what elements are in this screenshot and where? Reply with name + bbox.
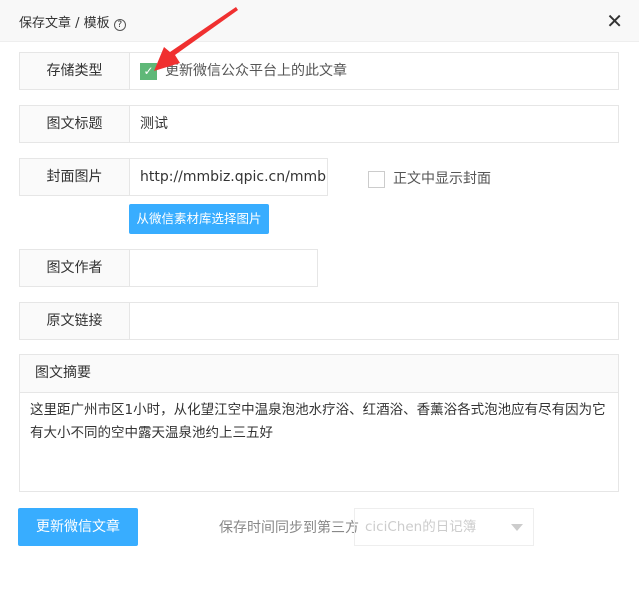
title-label: 图文标题	[20, 106, 130, 142]
choose-image-button[interactable]: 从微信素材库选择图片	[129, 204, 269, 234]
title-input[interactable]: 测试	[130, 106, 618, 142]
show-cover-label: 正文中显示封面	[393, 171, 491, 187]
cover-input[interactable]: http://mmbiz.qpic.cn/mmbiz_jp	[130, 159, 327, 195]
author-label: 图文作者	[20, 250, 130, 286]
author-row: 图文作者	[19, 249, 318, 287]
storage-type-label: 存储类型	[20, 53, 130, 89]
update-article-button[interactable]: 更新微信文章	[18, 508, 138, 546]
sync-select-value: ciciChen的日记簿	[365, 519, 477, 535]
title-row: 图文标题 测试	[19, 105, 619, 143]
chevron-down-icon	[511, 524, 523, 531]
summary-label: 图文摘要	[20, 355, 618, 393]
close-icon[interactable]: ✕	[606, 9, 623, 33]
source-link-input[interactable]	[130, 303, 618, 339]
summary-box: 图文摘要 这里距广州市区1小时，从化望江空中温泉泡池水疗浴、红酒浴、香薰浴各式泡…	[19, 354, 619, 492]
dialog-title: 保存文章 / 模板 ?	[19, 12, 126, 31]
source-link-label: 原文链接	[20, 303, 130, 339]
dialog-header: 保存文章 / 模板 ? ✕	[0, 0, 639, 42]
source-link-row: 原文链接	[19, 302, 619, 340]
show-cover-checkbox[interactable]: 正文中显示封面	[368, 168, 491, 188]
storage-type-row: 存储类型 ✓ 更新微信公众平台上的此文章	[19, 52, 619, 90]
author-input[interactable]	[130, 250, 317, 286]
sync-label: 保存时间同步到第三方	[219, 520, 359, 536]
sync-select[interactable]: ciciChen的日记簿	[354, 508, 534, 546]
help-icon[interactable]: ?	[113, 19, 126, 31]
summary-textarea[interactable]: 这里距广州市区1小时，从化望江空中温泉泡池水疗浴、红酒浴、香薰浴各式泡池应有尽有…	[20, 393, 618, 451]
annotation-arrow-icon	[154, 7, 238, 71]
cover-label: 封面图片	[20, 159, 130, 195]
checkbox-icon[interactable]	[368, 170, 385, 188]
cover-row: 封面图片 http://mmbiz.qpic.cn/mmbiz_jp	[19, 158, 328, 196]
